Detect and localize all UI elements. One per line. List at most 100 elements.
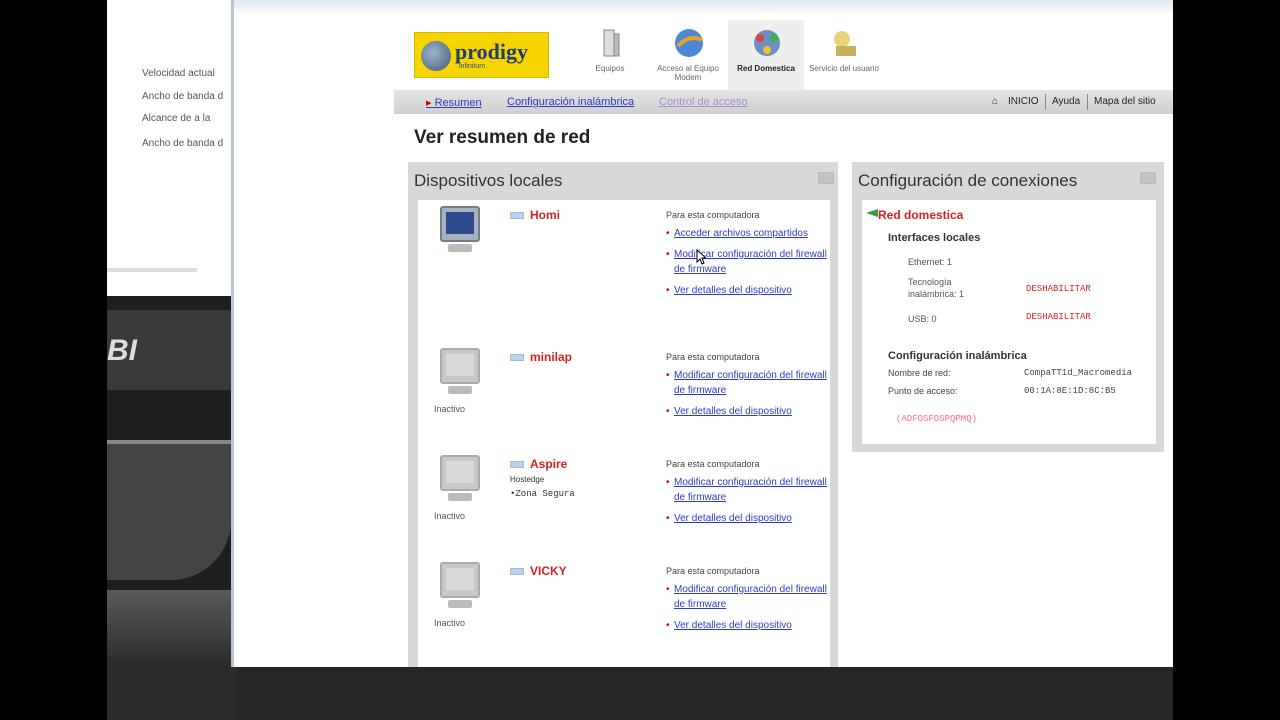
nav-red-domestica[interactable]: Red Domestica: [728, 20, 804, 90]
nav-equipos-label: Equipos: [595, 64, 625, 73]
connections-panel: Configuración de conexiones Red domestic…: [852, 162, 1164, 452]
arrow-icon: [866, 209, 878, 217]
device-details-link[interactable]: Ver detalles del dispositivo: [666, 511, 828, 526]
scrollbar[interactable]: [107, 268, 197, 272]
service-icon: [834, 31, 856, 56]
nav-bar: Resumen Configuración inalámbrica Contro…: [394, 90, 1173, 114]
interface-value[interactable]: DESHABILITAR: [1026, 312, 1091, 322]
collapse-icon[interactable]: [818, 172, 834, 184]
actions-header: Para esta computadora: [666, 566, 760, 576]
device-type-icon: [510, 461, 524, 468]
nav-link-control[interactable]: Control de acceso: [659, 96, 748, 108]
device-subinfo: Hostedge •Zona Segura: [510, 473, 575, 501]
local-interfaces-title: Interfaces locales: [888, 232, 981, 244]
devices-list: Homi Para esta computadora Acceder archi…: [418, 200, 830, 667]
background-window[interactable]: Velocidad actual Ancho de banda d Alcanc…: [107, 0, 231, 667]
device-item: Inactivo minilap Para esta computadora M…: [418, 348, 828, 458]
device-item: Inactivo Aspire Hostedge •Zona Segura Pa…: [418, 455, 828, 565]
modify-firewall-link[interactable]: Modificar configuración del firewall de …: [666, 475, 828, 505]
device-name[interactable]: VICKY: [530, 564, 567, 578]
interface-value[interactable]: DESHABILITAR: [1026, 284, 1091, 294]
device-status: Inactivo: [434, 618, 466, 628]
divider: [1087, 94, 1088, 110]
nav-inicio[interactable]: INICIO: [1008, 96, 1039, 107]
device-actions: Para esta computadora Modificar configur…: [666, 352, 828, 419]
actions-header: Para esta computadora: [666, 352, 760, 362]
nav-servicio[interactable]: Servicio del usuario: [806, 20, 882, 90]
modify-firewall-link[interactable]: Modificar configuración del firewall de …: [666, 368, 828, 398]
modify-firewall-link[interactable]: Modificar configuración del firewall de …: [666, 247, 828, 277]
network-name[interactable]: Red domestica: [878, 208, 963, 222]
devices-panel-title: Dispositivos locales: [414, 171, 563, 190]
device-image: [107, 440, 231, 580]
actions-header: Para esta computadora: [666, 210, 760, 220]
lw-line-1: Ancho de banda d: [142, 91, 224, 102]
network-icon: [754, 30, 780, 56]
brand-subtitle: infinitum: [459, 63, 486, 70]
nav-ayuda[interactable]: Ayuda: [1052, 96, 1080, 107]
mouse-cursor-icon: [696, 249, 706, 265]
device-actions: Para esta computadora Modificar configur…: [666, 459, 828, 526]
interface-label: Ethernet: 1: [908, 257, 953, 267]
connections-panel-title: Configuración de conexiones: [858, 171, 1078, 190]
nav-link-resumen[interactable]: Resumen: [426, 96, 482, 109]
globe-icon: [675, 29, 703, 57]
connections-body: Red domestica Interfaces locales Etherne…: [862, 200, 1156, 444]
computer-icon: [436, 562, 482, 612]
globe-icon: [421, 41, 451, 71]
nav-red-label: Red Domestica: [737, 64, 795, 73]
window-top-strip: [234, 0, 1173, 12]
nav-link-inalambrica[interactable]: Configuración inalámbrica: [507, 96, 634, 108]
page-title: Ver resumen de red: [414, 127, 591, 148]
lw-line-2: Alcance de a la: [142, 113, 211, 124]
security-link[interactable]: (ADFOSFOSPQPMQ): [896, 414, 977, 424]
device-type-icon: [510, 568, 524, 575]
modify-firewall-link[interactable]: Modificar configuración del firewall de …: [666, 582, 828, 612]
device-details-link[interactable]: Ver detalles del dispositivo: [666, 404, 828, 419]
computer-icon: [436, 348, 482, 398]
nav-modem-label: Acceso al Equipo Modem: [657, 64, 719, 82]
device-actions: Para esta computadora Modificar configur…: [666, 566, 828, 633]
desktop: Velocidad actual Ancho de banda d Alcanc…: [0, 0, 1280, 720]
browser-window: prodigy infinitum Equipos Acceso al Equi…: [231, 0, 1173, 667]
taskbar: [107, 667, 1173, 720]
ap-value: 00:1A:8E:1D:8C:B5: [1024, 386, 1116, 396]
home-icon[interactable]: ⌂: [992, 96, 998, 107]
wireless-title: Configuración inalámbrica: [888, 350, 1027, 362]
device-status: Inactivo: [434, 511, 466, 521]
nav-mapa[interactable]: Mapa del sitio: [1094, 96, 1156, 107]
access-shared-link[interactable]: Acceder archivos compartidos: [666, 226, 828, 241]
device-item: Inactivo VICKY Para esta computadora Mod…: [418, 562, 828, 667]
device-status: Inactivo: [434, 404, 466, 414]
ssid-label: Nombre de red:: [888, 368, 951, 378]
reflection-image: [107, 590, 231, 667]
device-sub: Hostedge: [510, 475, 545, 484]
ssid-value: CompaTT1d_Macromedia: [1024, 368, 1133, 378]
prodigy-logo[interactable]: prodigy infinitum: [414, 32, 549, 78]
device-item: Homi Para esta computadora Acceder archi…: [418, 206, 828, 316]
device-details-link[interactable]: Ver detalles del dispositivo: [666, 283, 828, 298]
actions-header: Para esta computadora: [666, 459, 760, 469]
device-actions: Para esta computadora Acceder archivos c…: [666, 210, 828, 298]
nav-equipos[interactable]: Equipos: [572, 20, 648, 90]
device-zone: •Zona Segura: [510, 489, 575, 499]
computer-icon: [436, 206, 482, 256]
device-type-icon: [510, 354, 524, 361]
interface-label: Tecnología inalámbrica: 1: [908, 277, 965, 299]
device-type-icon: [510, 212, 524, 219]
brand-name: prodigy: [455, 39, 528, 64]
tower-icon: [603, 29, 620, 57]
nav-servicio-label: Servicio del usuario: [809, 64, 879, 73]
ap-label: Punto de acceso:: [888, 386, 958, 396]
lw-line-0: Velocidad actual: [142, 68, 215, 79]
device-details-link[interactable]: Ver detalles del dispositivo: [666, 618, 828, 633]
collapse-icon[interactable]: [1140, 172, 1156, 184]
device-name[interactable]: minilap: [530, 350, 572, 364]
nav-modem[interactable]: Acceso al Equipo Modem: [650, 20, 726, 90]
device-name[interactable]: Homi: [530, 208, 560, 222]
device-name[interactable]: Aspire: [530, 457, 567, 471]
divider: [1045, 94, 1046, 110]
lw-line-3: Ancho de banda d: [142, 138, 224, 149]
logo-text: BI: [107, 334, 137, 367]
interface-label: USB: 0: [908, 314, 937, 324]
